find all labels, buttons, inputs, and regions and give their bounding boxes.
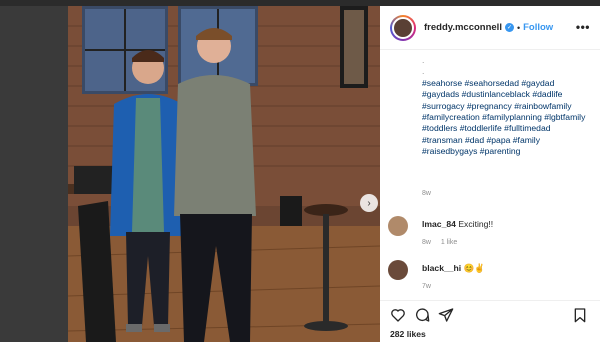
verified-icon: ✓ bbox=[504, 23, 514, 32]
author-avatar[interactable] bbox=[392, 16, 414, 39]
likes-count[interactable]: 282 likes bbox=[390, 329, 426, 339]
comment-meta: 7w bbox=[422, 283, 439, 290]
comment-time[interactable]: 8w bbox=[422, 239, 431, 246]
post-modal: › freddy.mcconnell ✓ • Follow ••• . . #s… bbox=[68, 6, 600, 342]
more-options-button[interactable]: ••• bbox=[576, 20, 590, 34]
comment-line: black__hi 😊✌️ bbox=[422, 263, 485, 274]
comment-likes[interactable]: 1 like bbox=[441, 239, 457, 246]
commenter-avatar[interactable] bbox=[388, 216, 408, 236]
comments-section[interactable]: . . #seahorse #seahorsedad #gaydad #gayd… bbox=[380, 51, 600, 298]
caption-timestamp[interactable]: 8w bbox=[422, 190, 431, 197]
comment-text: 😊✌️ bbox=[463, 263, 485, 273]
next-arrow-icon: › bbox=[367, 197, 371, 209]
next-photo-button[interactable]: › bbox=[360, 194, 378, 212]
comment-time[interactable]: 7w bbox=[422, 283, 431, 290]
comment-line: lmac_84 Exciting!! bbox=[422, 219, 493, 229]
heart-icon[interactable] bbox=[390, 307, 406, 323]
photo-illustration bbox=[68, 6, 380, 342]
share-icon[interactable] bbox=[438, 307, 454, 323]
follow-button[interactable]: Follow bbox=[523, 22, 553, 33]
comment-username[interactable]: black__hi bbox=[422, 263, 461, 273]
post-photo[interactable]: › bbox=[68, 6, 380, 342]
comment-text: Exciting!! bbox=[458, 219, 494, 229]
comment-icon[interactable] bbox=[414, 307, 430, 323]
post-header: freddy.mcconnell ✓ • Follow ••• bbox=[380, 6, 600, 50]
caption-dot: . bbox=[422, 55, 425, 65]
author-username[interactable]: freddy.mcconnell bbox=[424, 22, 502, 33]
comment-item: black__hi 😊✌️ 7w bbox=[388, 260, 598, 298]
post-side-panel: freddy.mcconnell ✓ • Follow ••• . . #sea… bbox=[380, 6, 600, 342]
comment-meta: 8w 1 like bbox=[422, 239, 465, 246]
comment-username[interactable]: lmac_84 bbox=[422, 219, 456, 229]
caption-hashtags[interactable]: #seahorse #seahorsedad #gaydad #gaydads … bbox=[422, 78, 585, 156]
bookmark-icon[interactable] bbox=[572, 307, 588, 323]
commenter-avatar[interactable] bbox=[388, 260, 408, 280]
caption-dot: . bbox=[422, 66, 425, 77]
post-actions: 282 likes bbox=[380, 300, 600, 342]
post-caption: . . #seahorse #seahorsedad #gaydad #gayd… bbox=[422, 55, 592, 158]
header-separator: • bbox=[516, 22, 521, 33]
author-avatar-ring[interactable] bbox=[390, 14, 416, 41]
comment-item: lmac_84 Exciting!! 8w 1 like bbox=[388, 216, 598, 256]
